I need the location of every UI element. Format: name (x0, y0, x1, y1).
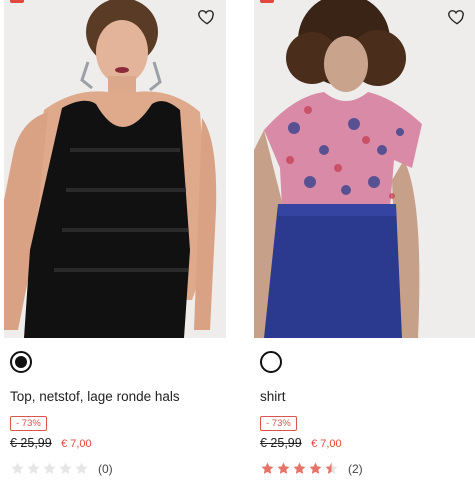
star-icon (27, 462, 40, 474)
heart-outline-icon[interactable] (446, 6, 468, 28)
sale-price: € 7,00 (61, 438, 92, 450)
star-icon (325, 462, 338, 474)
heart-outline-icon[interactable] (196, 6, 218, 28)
product-title[interactable]: shirt (260, 389, 286, 404)
star-icon (75, 462, 88, 474)
star-icon (293, 462, 306, 474)
product-image[interactable] (254, 0, 475, 338)
product-grid: Top, netstof, lage ronde hals - 73% € 25… (0, 0, 475, 485)
rating-stars (10, 461, 89, 476)
star-icon (59, 462, 72, 474)
product-image[interactable] (4, 0, 226, 338)
star-icon (43, 462, 56, 474)
rating-count: (2) (348, 461, 363, 476)
rating-count: (0) (98, 461, 113, 476)
star-icon (277, 462, 290, 474)
product-title[interactable]: Top, netstof, lage ronde hals (10, 389, 180, 404)
rating-stars (260, 461, 339, 476)
product-card[interactable]: shirt - 73% € 25,99 € 7,00 (2) (254, 0, 475, 485)
price-row: € 25,99 € 7,00 (10, 436, 92, 450)
color-swatch-black[interactable] (10, 351, 32, 373)
old-price: € 25,99 (260, 436, 302, 450)
discount-badge: - 73% (10, 416, 47, 431)
product-card[interactable]: Top, netstof, lage ronde hals - 73% € 25… (4, 0, 226, 485)
star-icon (11, 462, 24, 474)
discount-badge: - 73% (260, 416, 297, 431)
rating: (0) (10, 461, 113, 476)
rating: (2) (260, 461, 363, 476)
price-row: € 25,99 € 7,00 (260, 436, 342, 450)
color-swatch-white[interactable] (260, 351, 282, 373)
star-icon (309, 462, 322, 474)
sale-price: € 7,00 (311, 438, 342, 450)
star-icon (261, 462, 274, 474)
old-price: € 25,99 (10, 436, 52, 450)
